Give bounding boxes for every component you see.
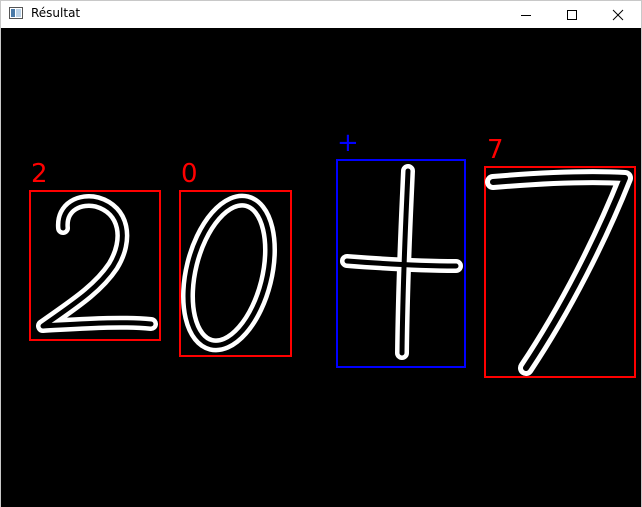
result-image: 2 0 + 7 [29,128,636,378]
detection-digit-7: 7 [484,135,636,378]
detection-label-7: 7 [487,135,504,165]
window-app-icon [9,7,23,19]
window-title: Résultat [31,6,81,20]
minimize-icon [521,14,531,16]
handwritten-0 [181,193,277,353]
detection-digit-0: 0 [179,159,292,357]
result-image-canvas: 2 0 + 7 [1,28,641,507]
close-button[interactable] [595,1,641,28]
handwritten-2 [36,194,158,333]
detection-operator-plus: + [336,128,466,368]
handwritten-plus [340,164,463,360]
detection-label-2: 2 [31,159,48,189]
maximize-button[interactable] [549,1,595,28]
detection-label-0: 0 [181,159,198,189]
result-window: Résultat 2 0 + 7 [0,0,642,507]
minimize-button[interactable] [503,1,549,28]
title-bar[interactable]: Résultat [1,1,641,28]
close-icon [612,9,624,20]
detection-label-plus: + [337,128,359,158]
detection-digit-2: 2 [29,159,161,341]
maximize-icon [567,9,577,20]
handwritten-7 [485,169,633,376]
